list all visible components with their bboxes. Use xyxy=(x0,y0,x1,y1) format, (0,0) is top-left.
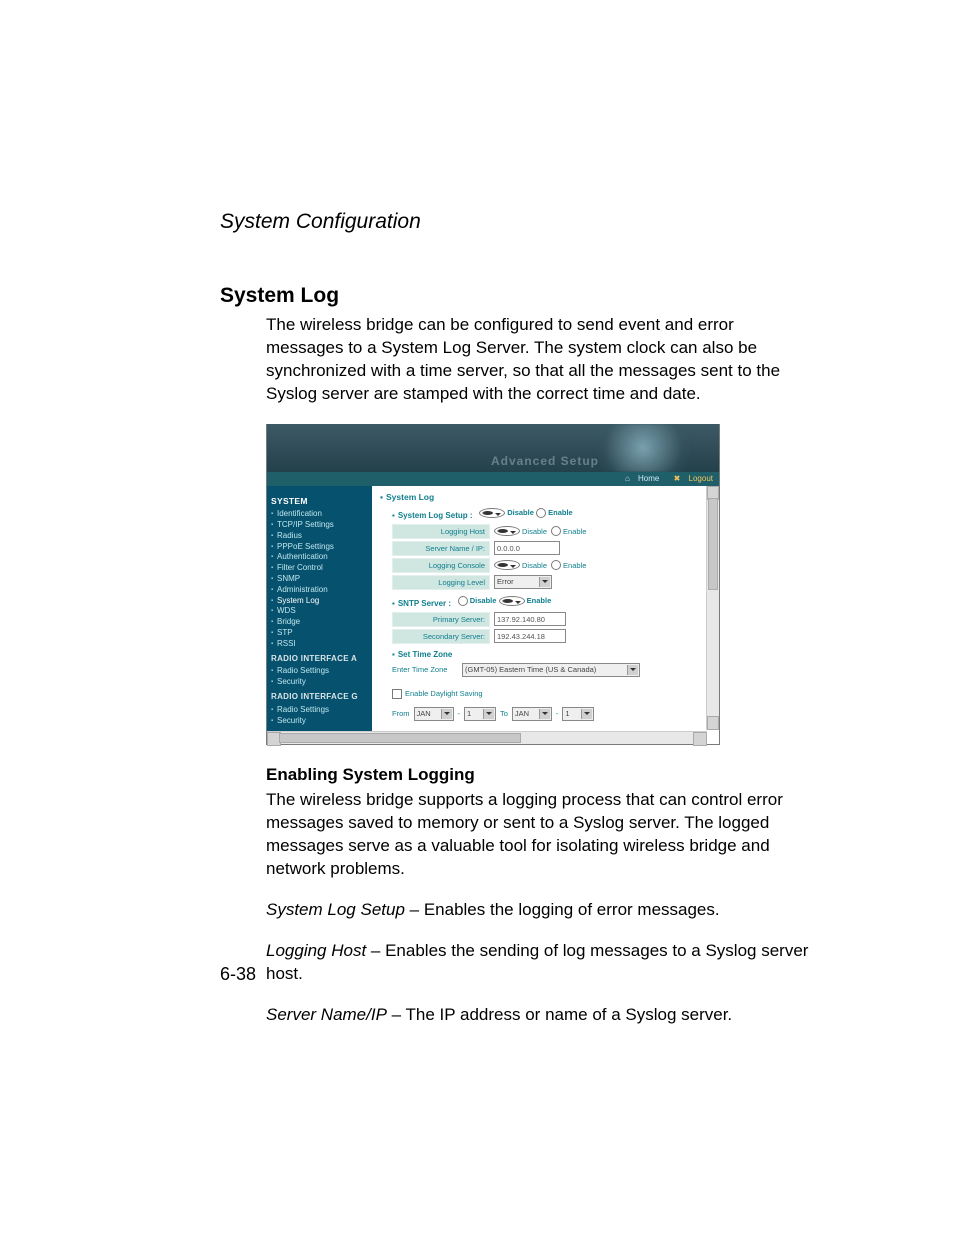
logging-host-enable[interactable]: Enable xyxy=(551,526,586,536)
sntp-enable[interactable]: Enable xyxy=(499,596,552,606)
time-zone-row-label: Enter Time Zone xyxy=(392,665,462,674)
server-name-label: Server Name / IP: xyxy=(392,541,490,556)
sidebar-item-wds[interactable]: WDS xyxy=(271,606,368,617)
page-heading: ▪System Log xyxy=(380,492,711,502)
sntp-label: ▪SNTP Server : Disable Enable xyxy=(392,596,711,608)
sidebar-item-radio-g-settings[interactable]: Radio Settings xyxy=(271,705,368,716)
server-name-input[interactable] xyxy=(494,541,560,555)
daylight-saving-checkbox[interactable]: Enable Daylight Saving xyxy=(392,689,483,699)
sidebar-item-system-log[interactable]: System Log xyxy=(271,596,368,607)
checkbox-icon xyxy=(392,689,402,699)
logging-console-disable[interactable]: Disable xyxy=(494,560,547,570)
time-zone-select[interactable]: (GMT-05) Eastern Time (US & Canada) xyxy=(462,663,640,677)
sidebar-header-radio-g: RADIO INTERFACE G xyxy=(271,692,368,703)
logging-host-disable[interactable]: Disable xyxy=(494,526,547,536)
logging-console-row: Logging Console Disable Enable xyxy=(392,558,711,573)
sidebar-item-radius[interactable]: Radius xyxy=(271,531,368,542)
def-logging-host: Logging Host – Enables the sending of lo… xyxy=(266,940,814,986)
sidebar-item-administration[interactable]: Administration xyxy=(271,585,368,596)
def-system-log-setup: System Log Setup – Enables the logging o… xyxy=(266,899,814,922)
daylight-range: From JAN - 1 To JAN - 1 xyxy=(392,707,711,721)
sidebar: SYSTEM Identification TCP/IP Settings Ra… xyxy=(267,486,372,745)
sidebar-item-tcpip[interactable]: TCP/IP Settings xyxy=(271,520,368,531)
sidebar-item-pppoe[interactable]: PPPoE Settings xyxy=(271,542,368,553)
page-number: 6-38 xyxy=(220,964,256,985)
sntp-disable[interactable]: Disable xyxy=(458,596,497,606)
sidebar-item-identification[interactable]: Identification xyxy=(271,509,368,520)
sidebar-item-radio-a-security[interactable]: Security xyxy=(271,677,368,688)
def-server-name-ip: Server Name/IP – The IP address or name … xyxy=(266,1004,814,1027)
primary-server-input[interactable] xyxy=(494,612,566,626)
banner: Advanced Setup xyxy=(267,424,719,472)
sidebar-item-authentication[interactable]: Authentication xyxy=(271,552,368,563)
section-title: System Log xyxy=(220,284,814,308)
vertical-scrollbar[interactable] xyxy=(706,486,719,731)
dst-from-day-select[interactable]: 1 xyxy=(464,707,496,721)
intro-paragraph: The wireless bridge can be configured to… xyxy=(266,314,814,406)
logging-host-label: Logging Host xyxy=(392,524,490,539)
scroll-down-button[interactable] xyxy=(707,716,719,730)
scroll-thumb[interactable] xyxy=(708,498,718,590)
sidebar-header-radio-a: RADIO INTERFACE A xyxy=(271,654,368,665)
dst-to-month-select[interactable]: JAN xyxy=(512,707,552,721)
logging-console-label: Logging Console xyxy=(392,558,490,573)
home-link[interactable]: ⌂ Home xyxy=(619,474,659,483)
syslog-setup-disable[interactable]: Disable xyxy=(479,508,534,518)
logging-level-label: Logging Level xyxy=(392,575,490,590)
time-zone-row: Enter Time Zone (GMT-05) Eastern Time (U… xyxy=(392,663,711,677)
logout-icon: ✖ xyxy=(674,474,681,483)
content-pane: ▪System Log ▪System Log Setup : Disable … xyxy=(372,486,719,745)
logging-level-row: Logging Level Error xyxy=(392,575,711,590)
logging-level-select[interactable]: Error xyxy=(494,575,552,589)
enabling-paragraph: The wireless bridge supports a logging p… xyxy=(266,789,814,881)
logging-console-enable[interactable]: Enable xyxy=(551,560,586,570)
dst-from-month-select[interactable]: JAN xyxy=(414,707,454,721)
embedded-screenshot: Advanced Setup ⌂ Home ✖ Logout SYSTEM Id… xyxy=(266,424,720,746)
top-bar: ⌂ Home ✖ Logout xyxy=(267,472,719,486)
sidebar-item-radio-a-settings[interactable]: Radio Settings xyxy=(271,666,368,677)
dst-to-day-select[interactable]: 1 xyxy=(562,707,594,721)
secondary-server-input[interactable] xyxy=(494,629,566,643)
secondary-server-label: Secondary Server: xyxy=(392,629,490,644)
set-time-zone-label: ▪Set Time Zone xyxy=(392,650,711,659)
banner-caption: Advanced Setup xyxy=(491,454,599,468)
home-icon: ⌂ xyxy=(625,474,630,483)
scroll-right-button[interactable] xyxy=(693,732,707,746)
subsection-title: Enabling System Logging xyxy=(266,765,814,785)
syslog-setup-enable[interactable]: Enable xyxy=(536,508,573,518)
sidebar-item-radio-g-security[interactable]: Security xyxy=(271,716,368,727)
sidebar-item-snmp[interactable]: SNMP xyxy=(271,574,368,585)
syslog-setup-label: ▪System Log Setup : Disable Enable xyxy=(392,508,711,520)
sidebar-item-filter-control[interactable]: Filter Control xyxy=(271,563,368,574)
scroll-thumb-h[interactable] xyxy=(279,733,521,743)
sidebar-item-stp[interactable]: STP xyxy=(271,628,368,639)
logging-host-row: Logging Host Disable Enable xyxy=(392,524,711,539)
sidebar-header-system: SYSTEM xyxy=(271,496,368,507)
sidebar-item-rssi[interactable]: RSSI xyxy=(271,639,368,650)
banner-graphic xyxy=(599,424,709,472)
primary-server-label: Primary Server: xyxy=(392,612,490,627)
primary-server-row: Primary Server: xyxy=(392,612,711,627)
chapter-title: System Configuration xyxy=(220,210,814,234)
horizontal-scrollbar[interactable] xyxy=(267,731,707,744)
logout-link[interactable]: ✖ Logout xyxy=(668,474,713,483)
secondary-server-row: Secondary Server: xyxy=(392,629,711,644)
sidebar-item-bridge[interactable]: Bridge xyxy=(271,617,368,628)
server-name-row: Server Name / IP: xyxy=(392,541,711,556)
